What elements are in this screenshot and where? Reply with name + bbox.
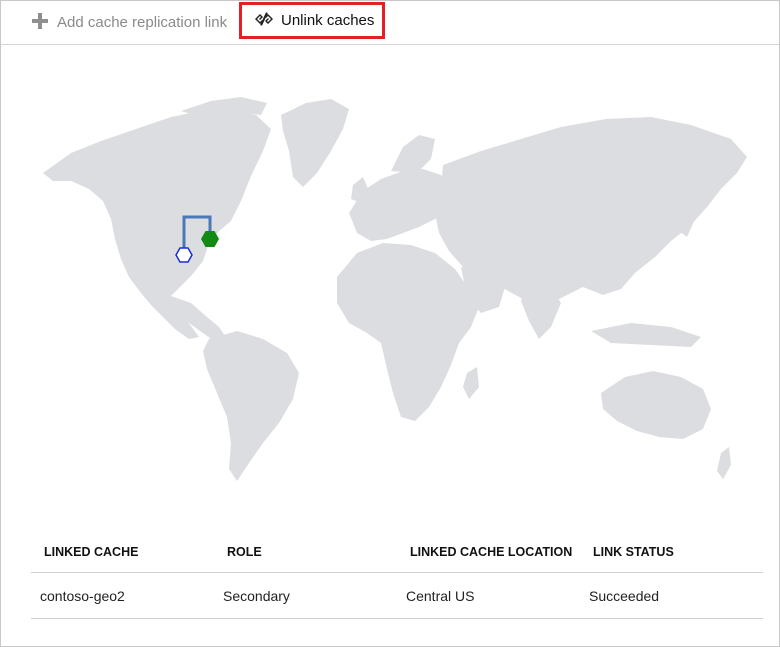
greenland-landmass xyxy=(281,99,349,187)
column-header-linked-cache[interactable]: LINKED CACHE xyxy=(31,532,214,573)
africa-landmass xyxy=(337,243,479,421)
southeast-asia-islands-landmass xyxy=(591,323,701,347)
cell-link-status: Succeeded xyxy=(580,572,763,619)
add-cache-replication-link-button[interactable]: Add cache replication link xyxy=(31,1,227,44)
secondary-cache-marker-icon[interactable] xyxy=(175,247,193,263)
cell-location: Central US xyxy=(397,572,580,619)
unlink-icon xyxy=(254,11,274,31)
table-header-row: LINKED CACHE ROLE LINKED CACHE LOCATION … xyxy=(31,532,763,573)
world-map-graphic xyxy=(43,97,747,481)
plus-icon xyxy=(31,12,49,34)
cell-linked-cache: contoso-geo2 xyxy=(31,572,214,619)
unlink-caches-label: Unlink caches xyxy=(281,12,375,29)
column-header-link-status[interactable]: LINK STATUS xyxy=(580,532,763,573)
south-america-landmass xyxy=(203,331,299,481)
add-link-label: Add cache replication link xyxy=(57,14,228,31)
column-header-role[interactable]: ROLE xyxy=(214,532,397,573)
scandinavia-landmass xyxy=(391,135,435,173)
column-header-linked-cache-location[interactable]: LINKED CACHE LOCATION xyxy=(397,532,580,573)
new-zealand-landmass xyxy=(717,447,731,479)
north-america-landmass xyxy=(43,109,271,339)
table-row[interactable]: contoso-geo2 Secondary Central US Succee… xyxy=(31,572,763,619)
world-map xyxy=(31,81,751,501)
australia-landmass xyxy=(601,371,711,439)
toolbar: Add cache replication link Unlink caches xyxy=(1,1,779,45)
unlink-caches-button[interactable]: Unlink caches xyxy=(239,2,385,39)
linked-caches-table: LINKED CACHE ROLE LINKED CACHE LOCATION … xyxy=(31,532,763,619)
cell-role: Secondary xyxy=(214,572,397,619)
cache-replication-panel: Add cache replication link Unlink caches xyxy=(0,0,780,647)
madagascar-landmass xyxy=(463,367,479,399)
